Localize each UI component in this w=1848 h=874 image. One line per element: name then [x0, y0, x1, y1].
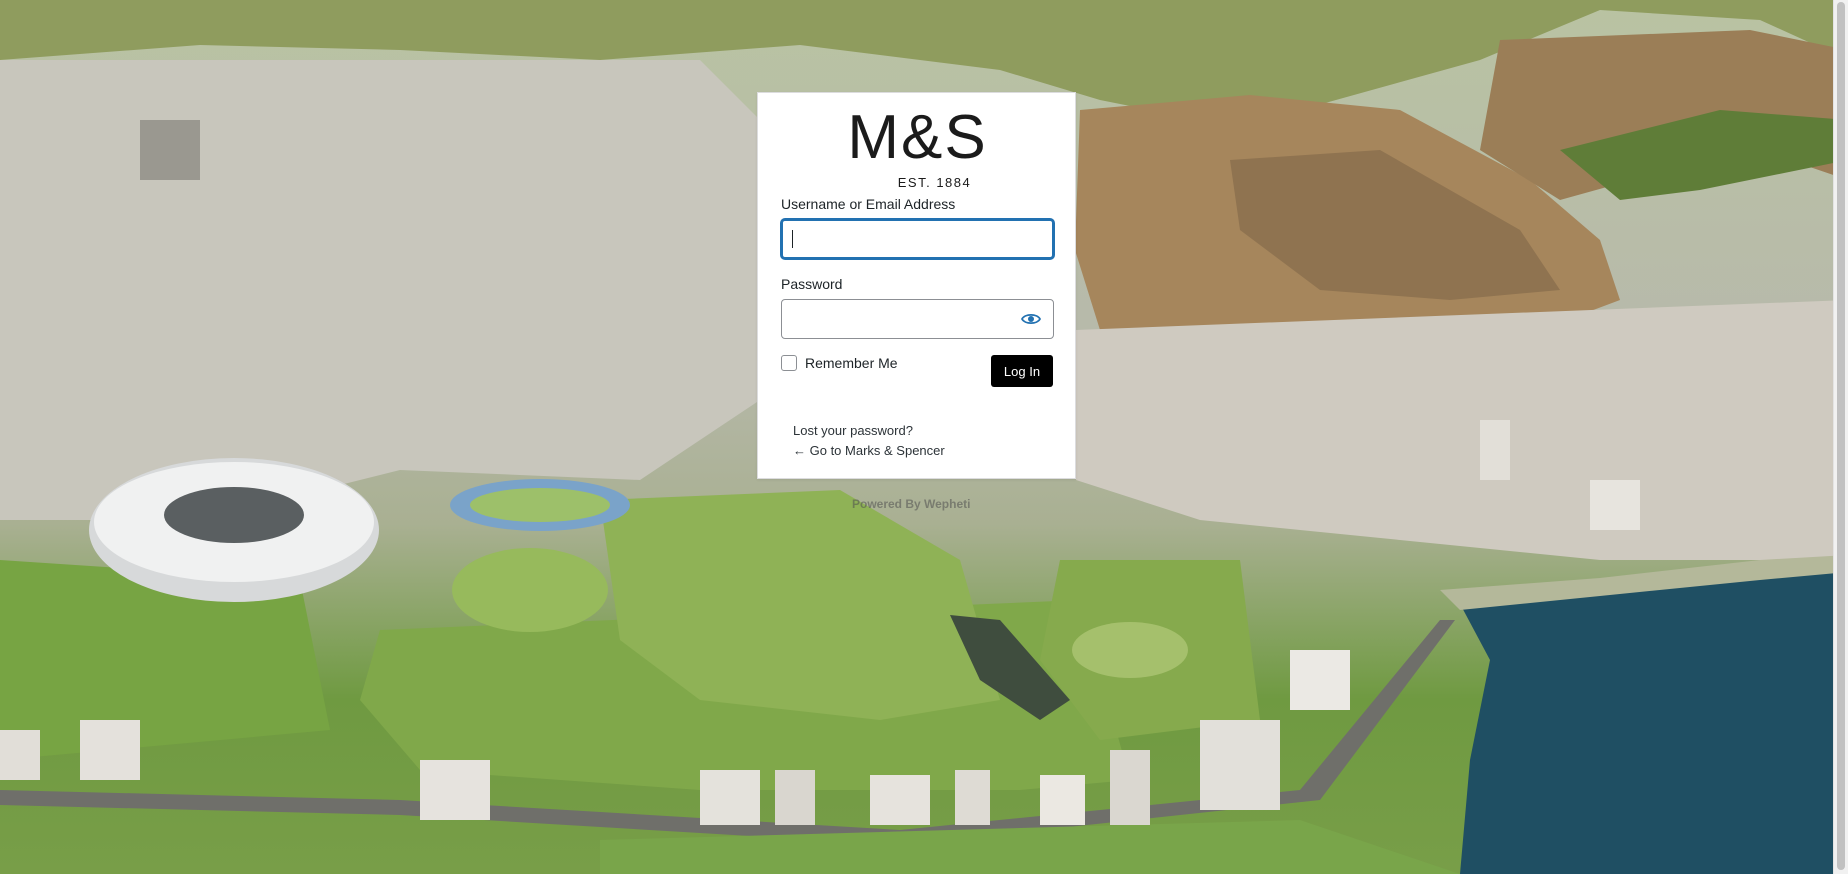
eye-icon — [1021, 313, 1041, 325]
text-caret — [792, 230, 793, 248]
ms-logo[interactable]: M&S EST. 1884 — [758, 103, 1077, 191]
password-label: Password — [781, 276, 843, 292]
username-label: Username or Email Address — [781, 196, 956, 212]
login-button[interactable]: Log In — [991, 355, 1053, 387]
username-input[interactable] — [781, 219, 1054, 259]
remember-me-row: Remember Me — [781, 355, 898, 371]
lost-password-link[interactable]: Lost your password? — [793, 423, 913, 438]
show-password-button[interactable] — [1016, 306, 1046, 332]
remember-me-checkbox[interactable] — [781, 355, 797, 371]
remember-me-label[interactable]: Remember Me — [805, 355, 898, 371]
login-panel: M&S EST. 1884 Username or Email Address … — [757, 92, 1076, 479]
logo-mark: M&S — [847, 103, 988, 172]
page-scrollbar[interactable] — [1833, 0, 1848, 874]
logo-tagline: EST. 1884 — [897, 175, 972, 190]
powered-by-text[interactable]: Powered By Wepheti — [852, 497, 970, 511]
scrollbar-thumb[interactable] — [1837, 2, 1845, 870]
back-to-site-link[interactable]: ← Go to Marks & Spencer — [793, 443, 945, 458]
password-input[interactable] — [781, 299, 1054, 339]
